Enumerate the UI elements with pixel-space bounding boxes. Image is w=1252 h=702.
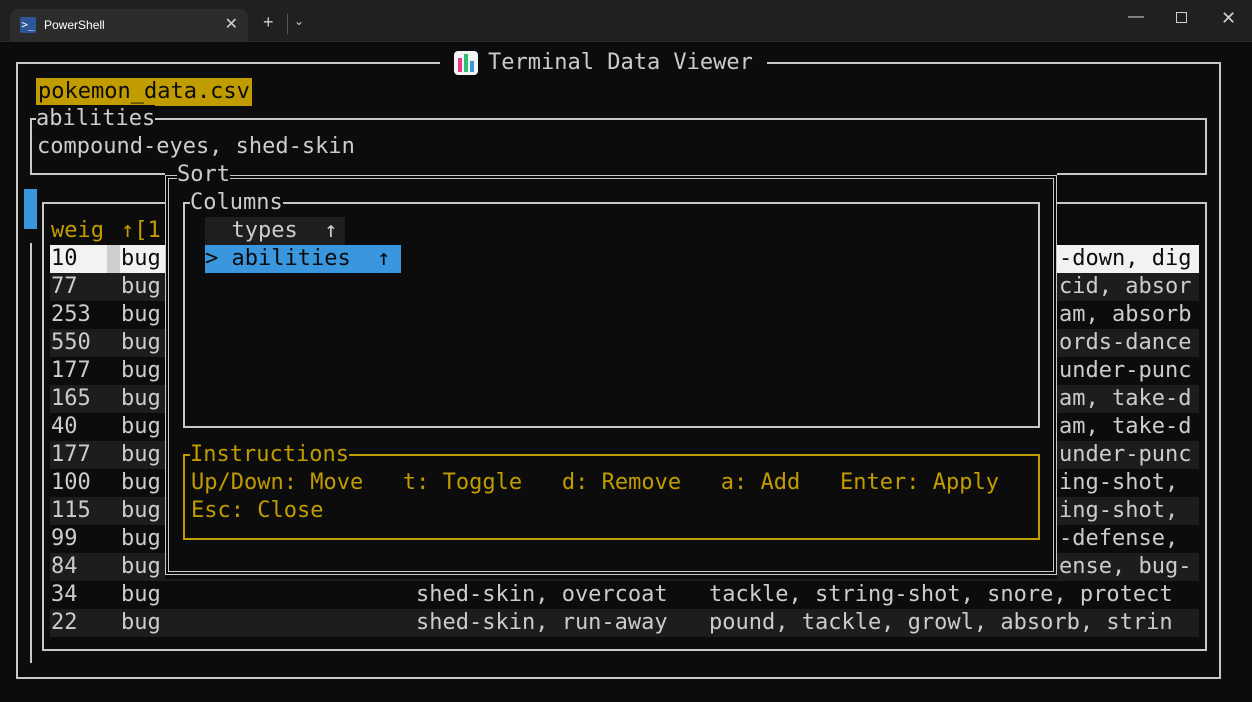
cell-types: bug: [121, 470, 161, 495]
terminal[interactable]: Terminal Data Viewer pokemon_data.csv ab…: [0, 43, 1252, 702]
cell-weight: 84: [51, 554, 78, 579]
column-header-types[interactable]: ↑[1: [121, 217, 161, 245]
app-title: Terminal Data Viewer: [440, 49, 767, 77]
cell-moves: pound, tackle, growl, absorb, strin: [709, 610, 1173, 635]
cell-weight: 34: [51, 582, 78, 607]
cell-moves: am, take-d: [1059, 386, 1192, 411]
cell-moves: ing-shot,: [1059, 470, 1192, 495]
cell-moves: am, take-d: [1059, 414, 1192, 439]
sort-dialog-title: Sort: [177, 161, 230, 189]
cell-moves: ords-dance: [1059, 330, 1192, 355]
tab-title: PowerShell: [44, 18, 105, 32]
minimize-button[interactable]: —: [1128, 8, 1144, 26]
cell-types: bug: [121, 526, 161, 551]
chevron-down-icon[interactable]: ⌄: [294, 14, 304, 28]
table-row[interactable]: 22 bug shed-skin, run-away pound, tackle…: [50, 609, 1199, 637]
cell-types: bug: [121, 610, 161, 635]
cell-abilities: shed-skin, run-away: [416, 610, 668, 635]
scroll-track: [30, 243, 32, 663]
cell-types: bug: [121, 442, 161, 467]
cell-weight: 165: [51, 386, 91, 411]
title-bar: >_ PowerShell ✕ + ⌄ — ✕: [0, 0, 1252, 42]
cell-moves: ing-shot,: [1059, 498, 1192, 523]
cell-types: bug: [121, 330, 161, 355]
cell-weight: 100: [51, 470, 91, 495]
cell-moves: tackle, string-shot, snore, protect: [709, 582, 1173, 607]
cell-moves: am, absorb: [1059, 302, 1192, 327]
file-name: pokemon_data.csv: [36, 78, 252, 106]
cell-weight: 10: [51, 246, 78, 271]
detail-value: compound-eyes, shed-skin: [37, 134, 355, 159]
cell-weight: 550: [51, 330, 91, 355]
cell-types: bug: [121, 498, 161, 523]
sort-column-item-selected[interactable]: > abilities ↑: [205, 245, 401, 273]
cell-moves: cid, absor: [1059, 274, 1192, 299]
divider: [287, 14, 288, 34]
cell-weight: 177: [51, 358, 91, 383]
tab-powershell[interactable]: >_ PowerShell ✕: [10, 9, 248, 42]
cell-types: bug: [121, 582, 161, 607]
cell-moves: -defense,: [1059, 526, 1192, 551]
table-row[interactable]: 34 bug shed-skin, overcoat tackle, strin…: [50, 581, 1199, 609]
cell-types: bug: [121, 414, 161, 439]
cell-moves: -down, dig: [1059, 246, 1192, 271]
cell-weight: 177: [51, 442, 91, 467]
powershell-icon: >_: [20, 17, 36, 33]
cell-types: bug: [121, 554, 161, 579]
sort-column-item[interactable]: types ↑: [205, 217, 345, 245]
cell-gap: [107, 245, 120, 273]
cell-types: bug: [121, 274, 161, 299]
cell-abilities: shed-skin, overcoat: [416, 582, 668, 607]
cell-weight: 40: [51, 414, 78, 439]
cell-moves: under-punc: [1059, 442, 1192, 467]
tab-close-icon[interactable]: ✕: [225, 14, 238, 34]
cell-weight: 253: [51, 302, 91, 327]
cell-types: bug: [121, 246, 161, 271]
cell-types: bug: [121, 386, 161, 411]
cell-moves: ense, bug-: [1059, 554, 1192, 579]
maximize-button[interactable]: [1176, 12, 1187, 23]
cell-types: bug: [121, 302, 161, 327]
cell-weight: 115: [51, 498, 91, 523]
cell-weight: 99: [51, 526, 78, 551]
instructions-line-1: Up/Down: Move t: Toggle d: Remove a: Add…: [191, 470, 999, 495]
bar-chart-icon: [454, 51, 478, 75]
cell-types: bug: [121, 358, 161, 383]
cell-weight: 22: [51, 610, 78, 635]
detail-label: abilities: [36, 105, 156, 133]
app-title-text: Terminal Data Viewer: [488, 50, 753, 75]
instructions-label: Instructions: [190, 441, 349, 469]
cell-moves: under-punc: [1059, 358, 1192, 383]
new-tab-button[interactable]: +: [263, 12, 274, 33]
close-button[interactable]: ✕: [1221, 8, 1236, 29]
scrollbar-thumb[interactable]: [24, 189, 37, 229]
column-header-weight[interactable]: weig: [51, 217, 104, 245]
columns-label: Columns: [190, 189, 283, 217]
cell-weight: 77: [51, 274, 78, 299]
instructions-line-2: Esc: Close: [191, 498, 324, 523]
